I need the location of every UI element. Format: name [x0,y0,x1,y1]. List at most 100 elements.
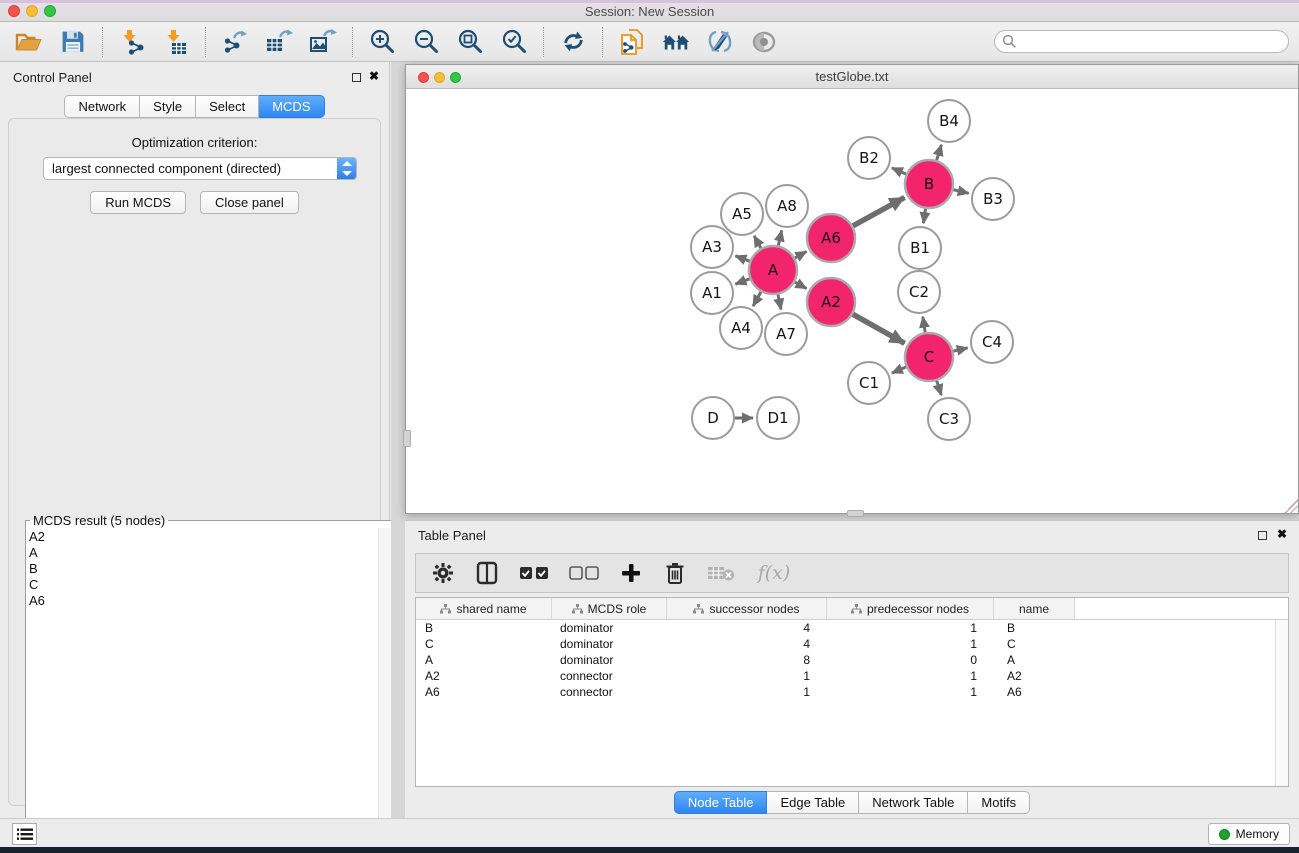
tab-mcds[interactable]: MCDS [259,95,324,118]
export-image-icon [309,29,337,55]
graph-edge-C-C2[interactable] [923,317,925,333]
graph-edge-A-A2[interactable] [795,282,807,288]
graph-edge-A-A8[interactable] [778,230,781,245]
close-table-panel-icon[interactable]: ✖ [1277,527,1287,541]
table-header-filler [1074,598,1288,619]
tab-network-table[interactable]: Network Table [859,791,968,814]
graph-edge-A-A1[interactable] [735,279,749,284]
criterion-dropdown[interactable]: largest connected component (directed) [43,157,357,180]
first-neighbors-button[interactable] [661,27,691,57]
graph-edge-A-A7[interactable] [778,295,781,310]
table-cell: dominator [551,652,666,668]
status-bar: Memory [0,818,1299,847]
search-input[interactable] [994,30,1289,53]
network-window-titlebar[interactable]: testGlobe.txt [406,65,1298,89]
show-columns-icon [476,561,498,585]
graph-edge-C-C1[interactable] [892,367,906,373]
network-canvas[interactable]: AA1A2A3A4A5A6A7A8BB1B2B3B4CC1C2C3C4DD1 [407,89,1297,513]
column-header-successor-nodes[interactable]: successor nodes [666,598,826,619]
table-row[interactable]: A2connector11A2 [416,668,1275,684]
table-row[interactable]: Adominator80A [416,652,1275,668]
graph-node-label-A8: A8 [777,197,797,215]
table-row[interactable]: A6connector11A6 [416,684,1275,700]
graph-edge-A2-C[interactable] [853,314,905,343]
select-all-rows-button[interactable] [518,560,550,586]
table-row[interactable]: Cdominator41C [416,636,1275,652]
memory-button[interactable]: Memory [1208,823,1290,845]
graph-edge-A-A5[interactable] [754,236,761,248]
tab-style[interactable]: Style [140,95,196,118]
zoom-selected-button[interactable] [499,27,529,57]
show-columns-button[interactable] [474,560,500,586]
export-network-button[interactable] [220,27,250,57]
save-session-button[interactable] [58,27,88,57]
graph-edge-C-C3[interactable] [937,381,942,395]
graph-edge-B-B3[interactable] [953,190,968,194]
float-table-panel-icon[interactable] [1258,531,1267,540]
close-panel-button[interactable]: Close panel [200,191,299,214]
zoom-in-icon [369,28,396,55]
deselect-all-rows-button[interactable] [568,560,600,586]
graph-node-label-B4: B4 [939,112,959,130]
mcds-list-scrollbar[interactable] [378,528,391,853]
graph-edge-B-B1[interactable] [924,209,926,223]
graph-edge-C-C4[interactable] [953,348,967,351]
tab-edge-table[interactable]: Edge Table [767,791,859,814]
delete-columns-button[interactable] [662,560,688,586]
mcds-result-item[interactable]: B [29,561,378,577]
zoom-fit-icon [457,28,484,55]
column-header-mcds-role[interactable]: MCDS role [551,598,666,619]
tab-select[interactable]: Select [196,95,259,118]
graph-edge-A6-B[interactable] [853,198,905,226]
import-table-icon [163,29,189,55]
mcds-result-item[interactable]: A [29,545,378,561]
graph-edge-B-B2[interactable] [892,168,906,174]
birds-eye-view-icon [749,30,779,54]
graphics-details-button[interactable] [705,27,735,57]
create-column-icon [621,563,641,583]
function-builder-button[interactable]: f(x) [754,560,794,586]
table-row[interactable]: Bdominator41B [416,620,1275,636]
float-panel-icon[interactable] [352,73,361,82]
close-panel-icon[interactable]: ✖ [369,69,379,83]
birds-eye-view-button[interactable] [749,27,779,57]
canvas-horizontal-scrollbar-thumb[interactable] [847,510,864,517]
tab-motifs[interactable]: Motifs [968,791,1030,814]
new-network-from-selection-button[interactable] [617,27,647,57]
graph-edge-A-A6[interactable] [795,252,807,258]
network-view-window: testGlobe.txt AA1A2A3A4A5A6A7A8BB1B2B3B4… [405,64,1299,514]
delete-table-button[interactable] [706,560,736,586]
graph-edge-B-B4[interactable] [937,145,942,160]
zoom-fit-button[interactable] [455,27,485,57]
column-header-predecessor-nodes[interactable]: predecessor nodes [826,598,993,619]
import-network-button[interactable] [117,27,147,57]
table-options-gear-button[interactable] [430,560,456,586]
zoom-in-button[interactable] [367,27,397,57]
table-body: Bdominator41BCdominator41CAdominator80AA… [416,620,1275,786]
column-header-name[interactable]: name [993,598,1074,619]
graph-edge-A-A4[interactable] [753,292,761,306]
zoom-out-button[interactable] [411,27,441,57]
window-resize-grip[interactable] [1284,499,1298,513]
mcds-result-item[interactable]: A2 [29,529,378,545]
graph-edge-A-A3[interactable] [735,256,749,261]
column-header-shared-name[interactable]: shared name [416,598,551,619]
export-image-button[interactable] [308,27,338,57]
refresh-view-button[interactable] [558,27,588,57]
table-cell: 1 [826,684,993,700]
tab-network[interactable]: Network [64,95,140,118]
export-table-button[interactable] [264,27,294,57]
task-history-button[interactable] [12,823,37,845]
create-column-button[interactable] [618,560,644,586]
open-session-button[interactable] [14,27,44,57]
table-cell: A [416,652,551,668]
canvas-vertical-scrollbar-thumb[interactable] [403,430,411,447]
table-scrollbar[interactable] [1275,620,1288,786]
import-table-button[interactable] [161,27,191,57]
table-cell: 4 [666,636,826,652]
run-mcds-button[interactable]: Run MCDS [90,191,186,214]
application-window: Session: New Session [0,0,1299,853]
mcds-result-item[interactable]: A6 [29,593,378,609]
tab-node-table[interactable]: Node Table [674,791,768,814]
mcds-result-item[interactable]: C [29,577,378,593]
